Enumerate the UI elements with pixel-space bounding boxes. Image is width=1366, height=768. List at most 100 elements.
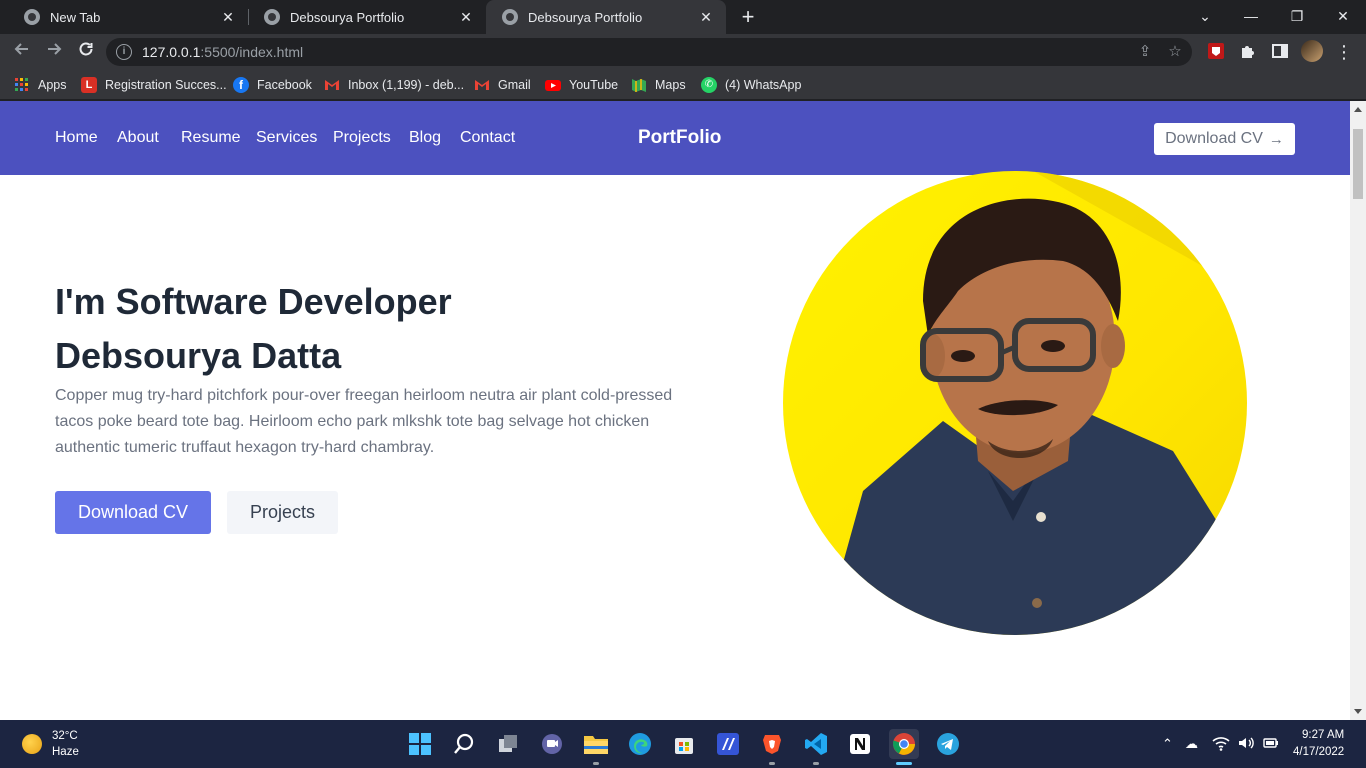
apps-grid-icon — [15, 78, 28, 91]
minimize-button[interactable]: — — [1228, 0, 1274, 34]
vs-code-insiders-app[interactable] — [713, 729, 743, 759]
bookmark-label: YouTube — [569, 78, 619, 92]
youtube-icon — [545, 80, 561, 91]
hero-subtitle: I'm Software Developer — [55, 281, 452, 322]
telegram-app[interactable] — [933, 729, 963, 759]
code-editor-icon — [717, 733, 739, 755]
search-icon — [454, 733, 474, 754]
nav-link-projects[interactable]: Projects — [333, 129, 391, 147]
info-icon[interactable]: i — [116, 44, 132, 60]
bookmark-gmail[interactable]: Gmail — [474, 76, 531, 94]
file-explorer-app[interactable] — [581, 729, 611, 759]
bookmark-youtube[interactable]: YouTube — [545, 76, 618, 94]
show-hidden-icons-chevron-icon[interactable]: ⌃ — [1162, 734, 1173, 754]
address-bar[interactable]: i 127.0.0.1:5500/index.html ⇪ ☆ — [106, 38, 1192, 66]
profile-avatar[interactable] — [1301, 40, 1323, 62]
brave-app[interactable] — [757, 729, 787, 759]
telegram-icon — [937, 733, 959, 755]
tab-title: New Tab — [50, 9, 101, 25]
task-view-button[interactable] — [493, 729, 523, 759]
site-navbar: Home About Resume Services Projects Blog… — [0, 101, 1350, 175]
whatsapp-icon: ✆ — [701, 77, 717, 93]
start-button[interactable] — [405, 729, 435, 759]
running-indicator — [769, 762, 775, 765]
close-icon[interactable]: ✕ — [220, 9, 236, 26]
restore-button[interactable]: ❐ — [1274, 0, 1320, 34]
chrome-app[interactable] — [889, 729, 919, 759]
chat-app[interactable] — [537, 729, 567, 759]
clock-date[interactable]: 4/17/2022 — [1293, 746, 1344, 758]
tab-strip: New Tab ✕ Debsourya Portfolio ✕ Debsoury… — [0, 0, 1366, 34]
nav-link-contact[interactable]: Contact — [460, 129, 515, 147]
wifi-icon[interactable] — [1212, 734, 1230, 758]
new-tab-button[interactable]: + — [738, 4, 758, 30]
reload-button[interactable] — [73, 39, 99, 65]
url-host: 127.0.0.1 — [142, 44, 201, 60]
tab-portfolio-1[interactable]: Debsourya Portfolio ✕ — [248, 0, 486, 34]
edge-app[interactable] — [625, 729, 655, 759]
back-button[interactable] — [9, 39, 35, 65]
registration-icon: L — [81, 77, 97, 93]
tab-portfolio-2[interactable]: Debsourya Portfolio ✕ — [486, 0, 726, 34]
bookmark-apps[interactable]: Apps — [14, 76, 67, 94]
bookmark-label: Maps — [655, 78, 686, 92]
page-scrollbar[interactable] — [1350, 101, 1366, 720]
extensions-puzzle-icon[interactable] — [1239, 42, 1259, 62]
chrome-icon — [893, 733, 915, 755]
onedrive-cloud-icon[interactable]: ☁ — [1185, 734, 1198, 754]
projects-button[interactable]: Projects — [227, 491, 338, 534]
tab-title: Debsourya Portfolio — [528, 9, 643, 25]
arrow-right-icon — [48, 43, 62, 55]
store-app[interactable] — [669, 729, 699, 759]
bookmark-label: (4) WhatsApp — [725, 78, 802, 92]
nav-link-about[interactable]: About — [117, 129, 159, 147]
clock-time[interactable]: 9:27 AM — [1302, 729, 1344, 741]
bookmark-star-icon[interactable]: ☆ — [1166, 43, 1184, 61]
side-panel-icon[interactable] — [1271, 42, 1291, 62]
bookmark-inbox[interactable]: Inbox (1,199) - deb... — [324, 76, 464, 94]
nav-link-blog[interactable]: Blog — [409, 129, 441, 147]
mcafee-extension-icon[interactable] — [1207, 42, 1227, 62]
bookmark-facebook[interactable]: f Facebook — [233, 76, 312, 94]
download-cv-button[interactable]: Download CV — [55, 491, 211, 534]
tab-search-button[interactable]: ⌄ — [1182, 0, 1228, 34]
close-icon[interactable]: ✕ — [458, 9, 474, 26]
weather-sun-icon[interactable] — [22, 734, 42, 754]
nav-link-home[interactable]: Home — [55, 129, 98, 147]
globe-icon — [264, 9, 280, 25]
bookmark-whatsapp[interactable]: ✆ (4) WhatsApp — [701, 76, 801, 94]
running-indicator — [813, 762, 819, 765]
nav-link-resume[interactable]: Resume — [181, 129, 241, 147]
bookmark-registration[interactable]: L Registration Succes... — [81, 76, 227, 94]
bookmarks-bar: Apps L Registration Succes... f Facebook… — [0, 70, 1366, 100]
forward-button[interactable] — [41, 39, 67, 65]
nav-download-cv-button[interactable]: Download CV → — [1154, 123, 1295, 155]
bookmark-label: Registration Succes... — [105, 78, 227, 92]
hero-description: Copper mug try-hard pitchfork pour-over … — [55, 387, 673, 456]
store-icon — [675, 738, 693, 754]
search-button[interactable] — [449, 729, 479, 759]
site-brand[interactable]: PortFolio — [638, 127, 721, 149]
share-icon[interactable]: ⇪ — [1136, 43, 1154, 61]
tab-title: Debsourya Portfolio — [290, 9, 405, 25]
scroll-thumb[interactable] — [1353, 129, 1363, 199]
bookmark-maps[interactable]: Maps — [631, 76, 686, 94]
close-window-button[interactable]: ✕ — [1320, 0, 1366, 34]
vs-code-app[interactable] — [801, 729, 831, 759]
weather-description[interactable]: Haze — [52, 746, 79, 758]
bookmark-label: Inbox (1,199) - deb... — [348, 78, 465, 92]
weather-temperature[interactable]: 32°C — [52, 730, 78, 742]
menu-kebab-icon[interactable]: ⋮ — [1331, 39, 1357, 65]
active-indicator — [896, 762, 912, 765]
notion-app[interactable] — [845, 729, 875, 759]
task-view-icon — [499, 735, 517, 752]
scroll-up-arrow-icon[interactable] — [1354, 107, 1362, 112]
nav-link-services[interactable]: Services — [256, 129, 317, 147]
battery-icon[interactable] — [1262, 734, 1280, 758]
scroll-down-arrow-icon[interactable] — [1354, 709, 1362, 714]
bookmark-label: Gmail — [498, 78, 531, 92]
chrome-icon — [24, 9, 40, 25]
tab-new-tab[interactable]: New Tab ✕ — [8, 0, 248, 34]
volume-icon[interactable] — [1237, 734, 1255, 758]
close-icon[interactable]: ✕ — [698, 9, 714, 26]
